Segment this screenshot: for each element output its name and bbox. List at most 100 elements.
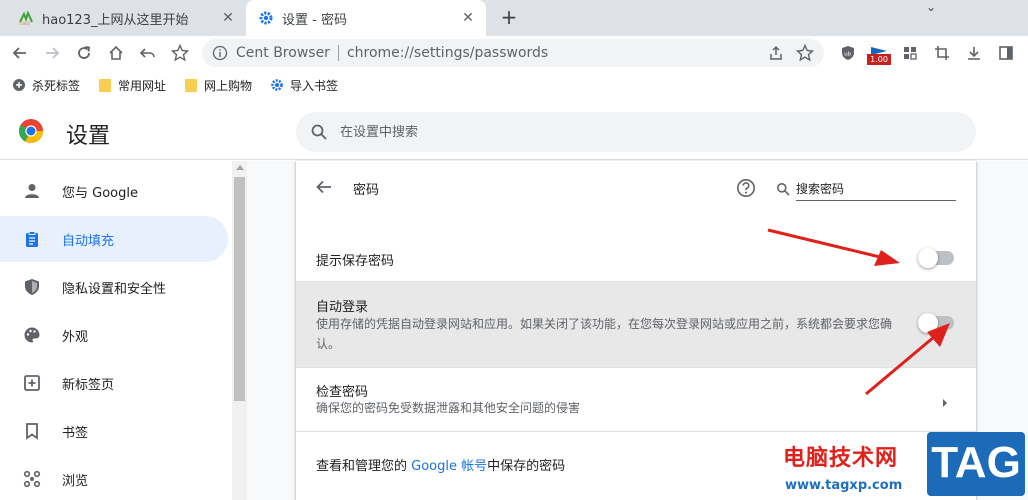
toggle-knob <box>918 248 938 268</box>
sidebar: 您与 Google 自动填充 隐私设置和安全性 外观 新标签页 书签 浏览 <box>0 161 232 500</box>
help-icon[interactable] <box>736 178 756 198</box>
tag-logo: TAG <box>927 432 1025 496</box>
back-arrow-icon[interactable] <box>8 41 32 65</box>
url-text[interactable]: chrome://settings/passwords <box>347 45 548 61</box>
sidebar-item-label: 自动填充 <box>62 233 115 249</box>
auto-signin-row[interactable]: 自动登录 使用存储的凭据自动登录网站和应用。如果关闭了该功能，在您每次登录网站或… <box>296 281 976 367</box>
check-passwords-row[interactable]: 检查密码 确保您的密码免受数据泄露和其他安全问题的侵害 <box>296 367 976 431</box>
sidebar-item-browse[interactable]: 浏览 <box>0 456 228 500</box>
folder-icon <box>184 78 198 92</box>
reload-icon[interactable] <box>72 41 96 65</box>
auto-signin-toggle[interactable] <box>918 313 954 333</box>
google-account-link[interactable]: Google 帐号 <box>411 459 487 474</box>
tab-search-chevron-icon[interactable]: ⌄ <box>926 0 936 14</box>
scroll-up-arrow-icon[interactable] <box>236 165 244 170</box>
google-account-suffix: 中保存的密码 <box>487 459 566 474</box>
bookmark-label: 网上购物 <box>204 78 253 93</box>
crop-screenshot-icon[interactable] <box>930 41 954 65</box>
clipboard-icon <box>22 229 42 249</box>
gear-icon <box>270 78 284 92</box>
close-tab-icon[interactable]: ✕ <box>460 10 476 26</box>
tag-logo-text: TAG <box>931 438 1021 487</box>
auto-signin-label: 自动登录 <box>316 300 369 315</box>
settings-search[interactable] <box>296 112 976 152</box>
hao123-favicon: hao <box>18 10 34 26</box>
google-account-prefix: 查看和管理您的 <box>316 459 408 474</box>
tab-strip: hao hao123_上网从这里开始 ✕ 设置 - 密码 ✕ + ⌄ <box>0 0 1028 36</box>
back-arrow-icon[interactable] <box>314 177 334 197</box>
auto-signin-description: 使用存储的凭据自动登录网站和应用。如果关闭了该功能，在您每次登录网站或应用之前，… <box>316 317 893 351</box>
sidebar-item-privacy[interactable]: 隐私设置和安全性 <box>0 264 228 310</box>
sidebar-item-you-and-google[interactable]: 您与 Google <box>0 168 228 214</box>
toggle-knob <box>918 313 938 333</box>
tab-hao123[interactable]: hao hao123_上网从这里开始 ✕ <box>8 0 246 36</box>
person-icon <box>22 181 42 201</box>
bookmark-label: 导入书签 <box>290 78 339 93</box>
tab-title: hao123_上网从这里开始 <box>42 12 189 28</box>
svg-text:hao: hao <box>19 20 30 26</box>
google-account-text: 查看和管理您的 Google 帐号中保存的密码 <box>316 455 565 474</box>
kill-tab-icon <box>12 78 26 92</box>
bookmark-kill-tab[interactable]: 杀死标签 <box>12 77 80 94</box>
home-icon[interactable] <box>104 41 128 65</box>
chrome-logo-icon <box>18 118 44 144</box>
bookmark-folder-shopping[interactable]: 网上购物 <box>184 77 252 94</box>
palette-icon <box>22 325 42 345</box>
browse-icon <box>22 469 42 489</box>
settings-header: 设置 <box>0 100 1028 160</box>
chevron-right-icon <box>940 394 950 407</box>
new-tab-icon <box>22 373 42 393</box>
passwords-header: 密码 <box>296 161 976 217</box>
password-search-input[interactable] <box>796 177 956 201</box>
page-title: 设置 <box>66 124 111 149</box>
close-tab-icon[interactable]: ✕ <box>220 10 236 26</box>
forward-arrow-icon[interactable] <box>40 41 64 65</box>
sidebar-scrollbar[interactable] <box>232 161 247 500</box>
passwords-title: 密码 <box>353 183 380 198</box>
sidebar-item-label: 新标签页 <box>62 377 115 393</box>
password-search[interactable] <box>776 175 956 203</box>
shield-icon <box>22 277 42 297</box>
sidebar-item-label: 外观 <box>62 329 89 345</box>
search-icon <box>310 123 328 141</box>
bookmark-import[interactable]: 导入书签 <box>270 77 338 94</box>
watermark-text: 电脑技术网 <box>783 446 899 471</box>
bookmark-star-icon[interactable] <box>168 41 192 65</box>
extension-badge: 1.00 <box>867 54 891 65</box>
ublock-shield-icon[interactable]: ub <box>836 41 860 65</box>
bookmark-label: 常用网址 <box>118 78 167 93</box>
tab-settings-passwords[interactable]: 设置 - 密码 ✕ <box>246 0 486 36</box>
check-passwords-description: 确保您的密码免受数据泄露和其他安全问题的侵害 <box>316 401 581 415</box>
site-label: Cent Browser <box>236 45 330 61</box>
sidebar-item-appearance[interactable]: 外观 <box>0 312 228 358</box>
scrollbar-thumb[interactable] <box>234 177 245 401</box>
undo-close-icon[interactable] <box>136 41 160 65</box>
bookmark-label: 杀死标签 <box>32 78 81 93</box>
sidebar-item-label: 您与 Google <box>62 185 138 201</box>
offer-to-save-row[interactable]: 提示保存密码 <box>296 235 976 281</box>
folder-icon <box>98 78 112 92</box>
svg-text:ub: ub <box>844 52 851 58</box>
offer-to-save-label: 提示保存密码 <box>316 254 395 269</box>
new-tab-button[interactable]: + <box>497 6 521 30</box>
bookmark-icon <box>22 421 42 441</box>
extensions-puzzle-icon[interactable] <box>898 41 922 65</box>
settings-search-input[interactable] <box>340 124 940 140</box>
side-panel-icon[interactable] <box>994 41 1018 65</box>
sidebar-item-autofill[interactable]: 自动填充 <box>0 216 228 262</box>
sidebar-item-bookmarks[interactable]: 书签 <box>0 408 228 454</box>
sidebar-item-label: 书签 <box>62 425 89 441</box>
download-icon[interactable] <box>962 41 986 65</box>
share-icon[interactable] <box>768 45 784 61</box>
site-info-icon[interactable] <box>212 45 228 61</box>
search-icon <box>776 181 790 196</box>
watermark-url: www.tagxp.com <box>785 478 903 493</box>
bookmark-folder-common[interactable]: 常用网址 <box>98 77 166 94</box>
toolbar: Cent Browser chrome://settings/passwords… <box>0 36 1028 70</box>
sidebar-item-label: 隐私设置和安全性 <box>62 281 167 297</box>
offer-to-save-toggle[interactable] <box>918 248 954 268</box>
settings-gear-icon <box>258 10 274 26</box>
sidebar-item-new-tab-page[interactable]: 新标签页 <box>0 360 228 406</box>
address-bar[interactable]: Cent Browser chrome://settings/passwords <box>202 39 824 67</box>
bookmark-page-star-icon[interactable] <box>795 43 815 62</box>
